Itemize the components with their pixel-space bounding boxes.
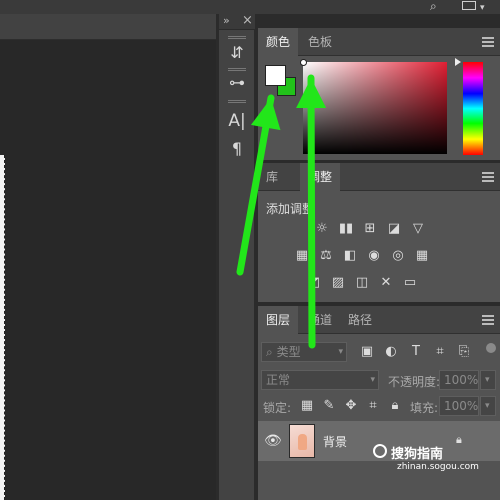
panel-menu-icon[interactable]	[482, 37, 494, 47]
opacity-dropdown[interactable]: ▾	[480, 370, 496, 390]
blend-mode-value: 正常	[266, 373, 291, 387]
channel-mixer-icon[interactable]: ◎	[389, 248, 407, 264]
fill-input[interactable]: 100%	[439, 396, 479, 416]
add-adjustment-title: 添加调整	[266, 202, 315, 216]
search-icon: ⌕	[266, 345, 273, 359]
paragraph-icon[interactable]: ¶	[222, 138, 252, 160]
lock-image-pixels-icon[interactable]: ✎	[320, 398, 338, 414]
gradient-map-icon[interactable]: ▭	[401, 275, 419, 291]
document-tab-bar	[0, 14, 216, 40]
opacity-label: 不透明度:	[388, 375, 441, 389]
canvas-area[interactable]	[0, 40, 216, 500]
layer-name[interactable]: 背景	[323, 433, 347, 450]
layers-panel-tabs: 图层 通道 路径	[258, 306, 500, 334]
invert-icon[interactable]: ◩	[305, 275, 323, 291]
tab-layers[interactable]: 图层	[258, 306, 299, 334]
history-icon[interactable]: ⇵	[222, 42, 252, 64]
curves-icon[interactable]: ⊞	[361, 221, 379, 237]
chevron-down-icon[interactable]: ▾	[480, 2, 485, 14]
adjustment-layer-filter-icon[interactable]: ◐	[382, 344, 400, 360]
lock-artboard-icon[interactable]: ⌗	[364, 398, 382, 414]
hand-image	[298, 434, 307, 450]
tab-adjustments[interactable]: 调整	[300, 163, 341, 191]
shape-layer-filter-icon[interactable]: ⌗	[431, 344, 449, 360]
document-canvas[interactable]	[0, 155, 5, 500]
levels-icon[interactable]: ▮▮	[337, 221, 355, 237]
tab-color[interactable]: 颜色	[258, 28, 299, 56]
color-lookup-icon[interactable]: ▦	[413, 248, 431, 264]
lock-icon: 🔒︎	[456, 433, 462, 446]
watermark-brand: 搜狗指南	[391, 447, 444, 462]
lock-label: 锁定:	[263, 401, 292, 415]
type-layer-filter-icon[interactable]: T	[407, 344, 425, 360]
panel-top-gutter	[258, 14, 500, 28]
black-white-icon[interactable]: ◧	[341, 248, 359, 264]
tab-swatches[interactable]: 色板	[300, 28, 340, 56]
sogou-logo-icon	[373, 444, 387, 458]
panel-menu-icon[interactable]	[482, 172, 494, 182]
pixel-layer-filter-icon[interactable]: ▣	[358, 344, 376, 360]
color-balance-icon[interactable]: ⚖	[317, 248, 335, 264]
chevron-down-icon: ▾	[370, 375, 375, 385]
tab-libraries[interactable]: 库	[258, 163, 286, 191]
window-icon[interactable]	[462, 1, 476, 10]
foreground-color-swatch[interactable]	[265, 65, 286, 86]
close-icon[interactable]: ×	[242, 13, 253, 28]
watermark-url: zhinan.sogou.com	[397, 462, 479, 472]
search-icon[interactable]: ⌕	[430, 0, 437, 12]
eye-icon[interactable]: 👁︎	[264, 433, 282, 449]
vibrance-icon[interactable]: ▽	[409, 221, 427, 237]
tab-channels[interactable]: 通道	[300, 306, 340, 334]
filter-toggle[interactable]	[486, 343, 496, 353]
fill-dropdown[interactable]: ▾	[480, 396, 496, 416]
photo-filter-icon[interactable]: ◉	[365, 248, 383, 264]
color-spectrum-field[interactable]	[303, 62, 447, 154]
hue-saturation-icon[interactable]: ▦	[293, 248, 311, 264]
hue-slider[interactable]	[463, 62, 483, 155]
posterize-icon[interactable]: ▨	[329, 275, 347, 291]
lock-all-icon[interactable]: 🔒︎	[386, 398, 404, 414]
dock-grip[interactable]	[228, 68, 246, 71]
opacity-input[interactable]: 100%	[439, 370, 479, 390]
smart-object-filter-icon[interactable]: ⎘	[455, 344, 473, 360]
color-picker-handle[interactable]	[300, 59, 307, 66]
exposure-icon[interactable]: ◪	[385, 221, 403, 237]
collapse-icon[interactable]: »	[223, 14, 230, 27]
properties-sliders-icon[interactable]: ⊶	[222, 72, 252, 94]
tab-paths[interactable]: 路径	[340, 306, 380, 334]
filter-type-label: 类型	[276, 345, 301, 359]
application-top-bar	[0, 0, 500, 14]
selective-color-icon[interactable]: ✕	[377, 275, 395, 291]
layer-thumbnail	[289, 424, 315, 458]
character-icon[interactable]: A|	[222, 110, 252, 132]
dock-grip[interactable]	[228, 100, 246, 103]
fill-label: 填充:	[410, 401, 439, 415]
color-panel-tabs: 颜色 色板	[258, 28, 500, 56]
hue-slider-handle[interactable]	[455, 58, 461, 66]
layer-filter-select[interactable]: ⌕ 类型 ▾	[261, 342, 347, 362]
panel-menu-icon[interactable]	[482, 315, 494, 325]
adjustments-panel-tabs: 库 调整	[258, 163, 500, 191]
blend-mode-select[interactable]: 正常 ▾	[261, 370, 379, 390]
dock-grip[interactable]	[228, 36, 246, 39]
chevron-down-icon: ▾	[338, 347, 343, 357]
lock-transparent-pixels-icon[interactable]: ▦	[298, 398, 316, 414]
threshold-icon[interactable]: ◫	[353, 275, 371, 291]
brightness-contrast-icon[interactable]: ☼	[313, 221, 331, 237]
lock-position-icon[interactable]: ✥	[342, 398, 360, 414]
